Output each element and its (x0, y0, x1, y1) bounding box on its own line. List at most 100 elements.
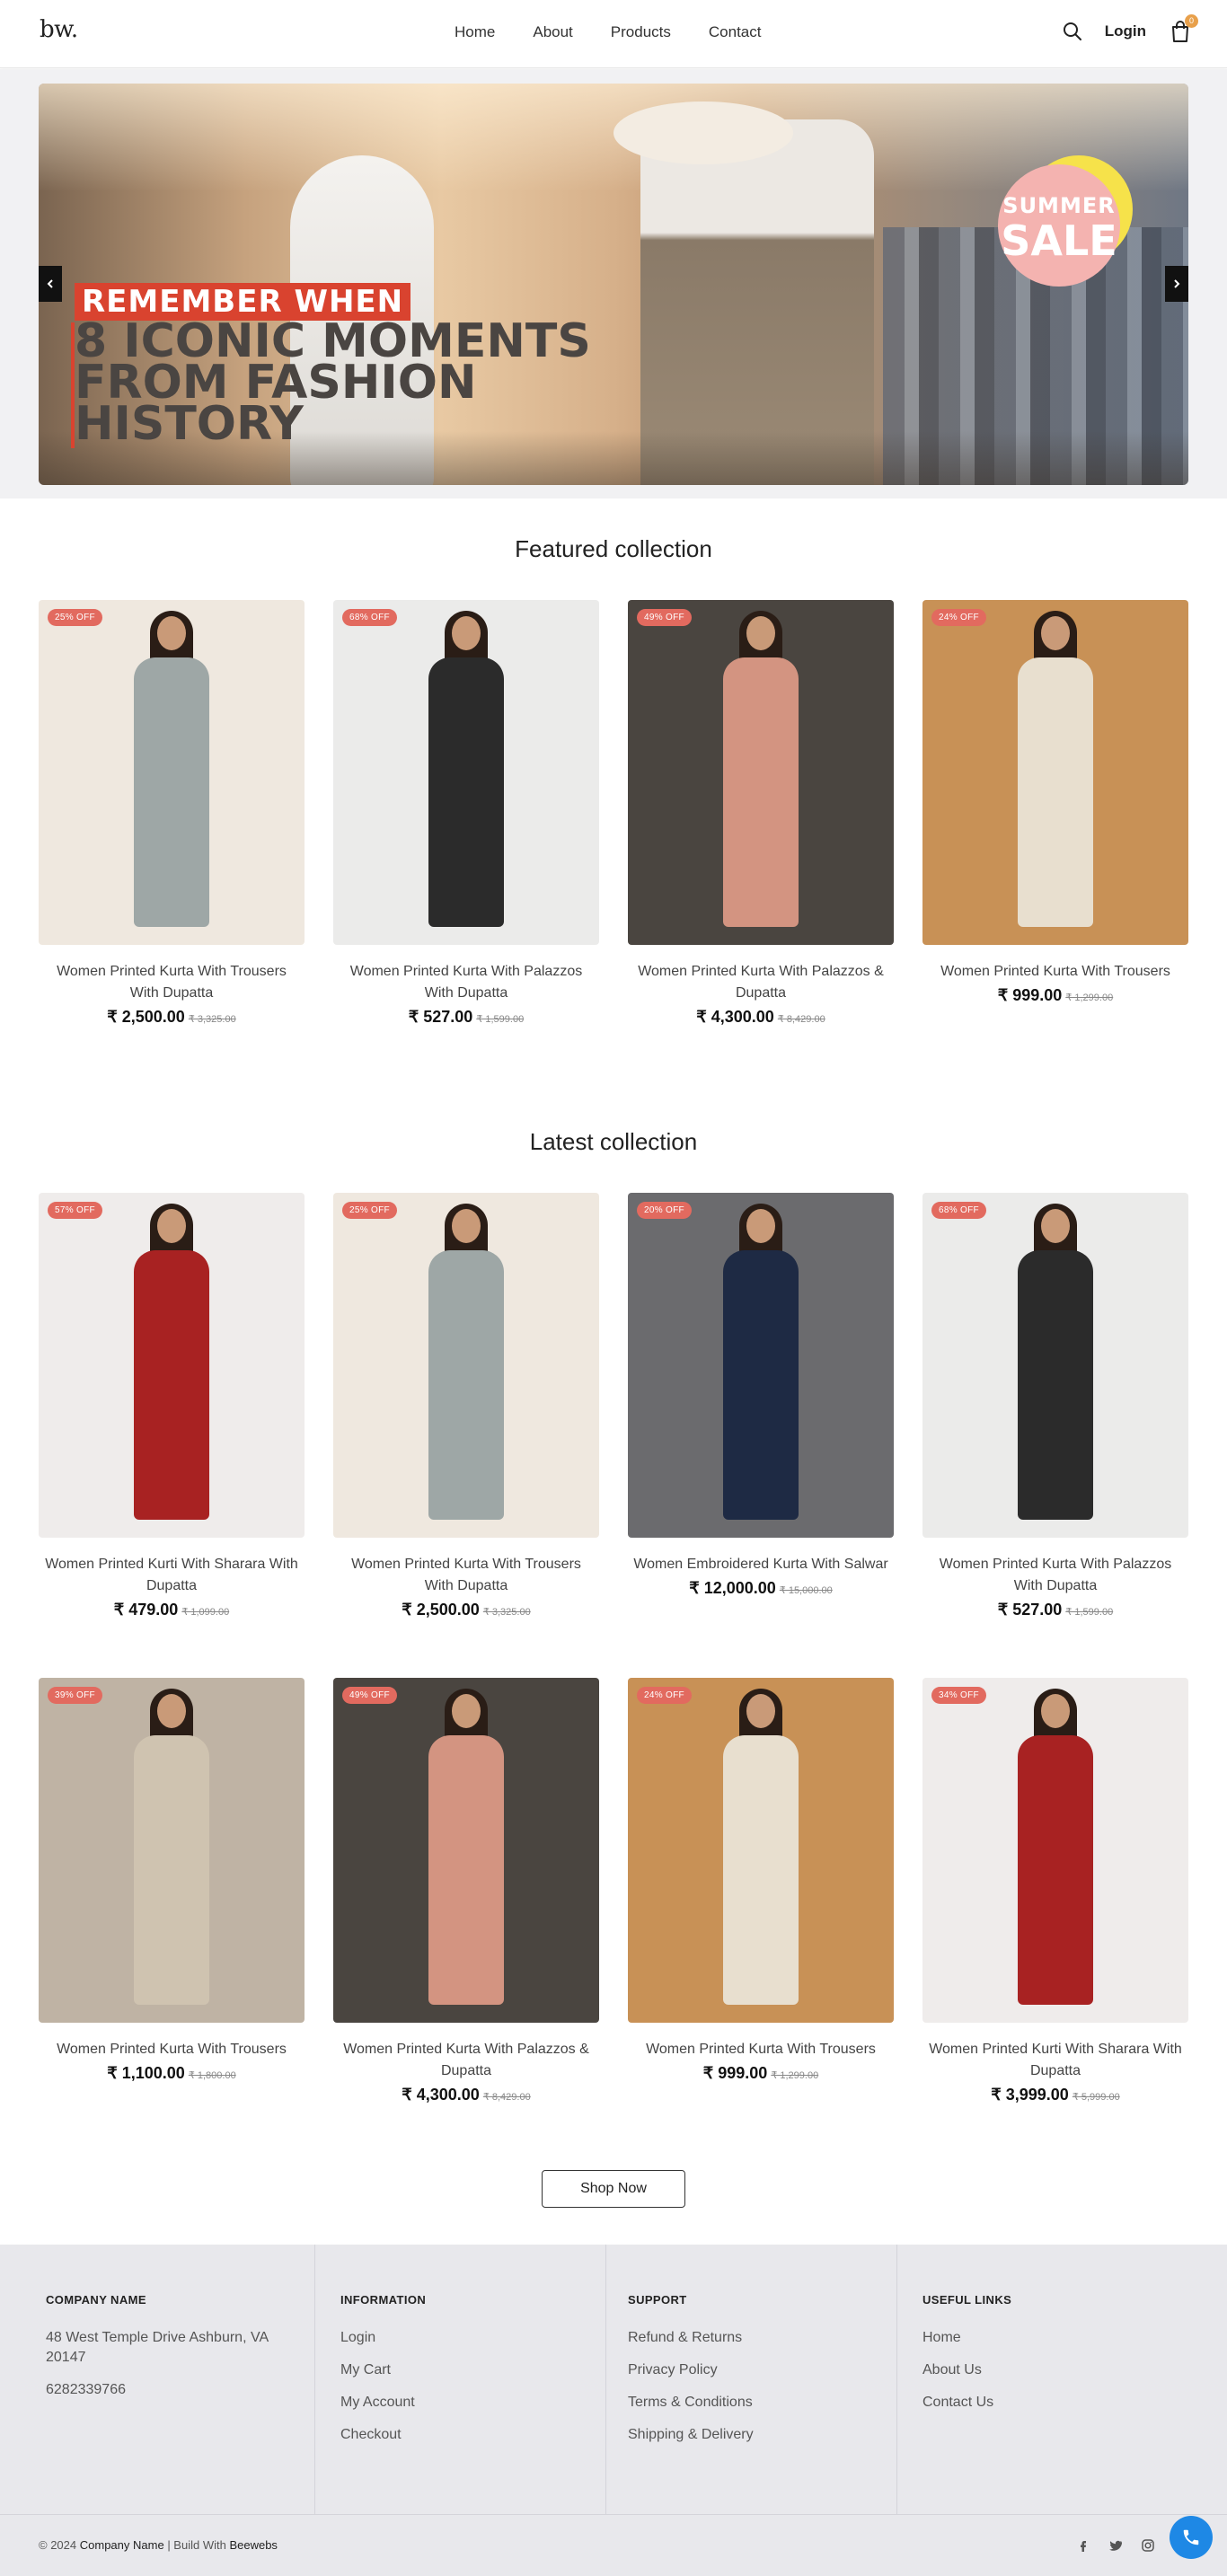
product-image[interactable]: 49% OFF (333, 1678, 599, 2023)
footer-useful-links-title: USEFUL LINKS (922, 2293, 1012, 2307)
product-garment (428, 657, 504, 927)
discount-badge: 34% OFF (931, 1687, 986, 1704)
product-original-price: ₹ 3,325.00 (188, 1014, 236, 1025)
product-name[interactable]: Women Printed Kurta With Palazzos With D… (333, 961, 599, 1004)
product-image[interactable]: 49% OFF (628, 600, 894, 945)
product-price: ₹ 1,100.00 (107, 2064, 185, 2082)
product-card[interactable]: 57% OFF Women Printed Kurti With Sharara … (39, 1193, 305, 1619)
footer-link-shipping[interactable]: Shipping & Delivery (628, 2425, 879, 2445)
product-name[interactable]: Women Printed Kurta With Trousers With D… (333, 1554, 599, 1597)
product-name[interactable]: Women Printed Kurta With Palazzos & Dupa… (628, 961, 894, 1004)
twitter-icon[interactable] (1108, 2538, 1123, 2553)
discount-badge: 25% OFF (48, 609, 102, 626)
login-link[interactable]: Login (1105, 22, 1146, 40)
product-card[interactable]: 24% OFF Women Printed Kurta With Trousers… (922, 600, 1188, 1005)
footer-link-contact-us[interactable]: Contact Us (922, 2393, 1174, 2413)
search-icon[interactable] (1062, 21, 1083, 42)
carousel-prev-button[interactable] (39, 266, 62, 302)
product-garment (134, 657, 209, 927)
product-original-price: ₹ 1,599.00 (1065, 1607, 1114, 1618)
product-card[interactable]: 24% OFF Women Printed Kurta With Trousers… (628, 1678, 894, 2083)
product-price-row: ₹ 2,500.00 ₹ 3,325.00 (39, 1008, 305, 1027)
product-image[interactable]: 20% OFF (628, 1193, 894, 1538)
product-price: ₹ 4,300.00 (696, 1008, 774, 1026)
product-price: ₹ 999.00 (997, 986, 1063, 1004)
product-original-price: ₹ 1,099.00 (181, 1607, 230, 1618)
sale-badge-line-1: SUMMER (1002, 193, 1116, 218)
discount-badge: 49% OFF (637, 609, 692, 626)
call-button[interactable] (1170, 2516, 1213, 2559)
footer-link-terms[interactable]: Terms & Conditions (628, 2393, 879, 2413)
product-price-row: ₹ 2,500.00 ₹ 3,325.00 (333, 1601, 599, 1619)
product-name[interactable]: Women Printed Kurta With Palazzos & Dupa… (333, 2039, 599, 2082)
footer-link-privacy[interactable]: Privacy Policy (628, 2360, 879, 2380)
product-card[interactable]: 25% OFF Women Printed Kurta With Trousers… (333, 1193, 599, 1619)
product-price-row: ₹ 4,300.00 ₹ 8,429.00 (333, 2086, 599, 2104)
product-image[interactable]: 68% OFF (922, 1193, 1188, 1538)
product-original-price: ₹ 8,429.00 (482, 2092, 531, 2103)
product-image[interactable]: 57% OFF (39, 1193, 305, 1538)
main-nav: Home About Products Contact (455, 23, 799, 41)
product-image[interactable]: 25% OFF (39, 600, 305, 945)
product-card[interactable]: 49% OFF Women Printed Kurta With Palazzos… (333, 1678, 599, 2104)
footer-link-checkout[interactable]: Checkout (340, 2425, 592, 2445)
product-image[interactable]: 24% OFF (922, 600, 1188, 945)
product-name[interactable]: Women Printed Kurta With Trousers (922, 961, 1188, 983)
discount-badge: 24% OFF (931, 609, 986, 626)
footer-link-about-us[interactable]: About Us (922, 2360, 1174, 2380)
instagram-icon[interactable] (1141, 2538, 1155, 2553)
product-price: ₹ 479.00 (113, 1601, 179, 1619)
product-image[interactable]: 25% OFF (333, 1193, 599, 1538)
product-price: ₹ 2,500.00 (402, 1601, 480, 1619)
product-name[interactable]: Women Printed Kurta With Trousers (628, 2039, 894, 2060)
product-card[interactable]: 25% OFF Women Printed Kurta With Trousers… (39, 600, 305, 1027)
site-header: bw. Home About Products Contact Login 0 (0, 0, 1227, 68)
footer-link-my-account[interactable]: My Account (340, 2393, 592, 2413)
featured-collection-title: Featured collection (515, 535, 712, 562)
carousel-next-button[interactable] (1165, 266, 1188, 302)
product-image[interactable]: 34% OFF (922, 1678, 1188, 2023)
footer-link-refund[interactable]: Refund & Returns (628, 2328, 879, 2348)
nav-about[interactable]: About (533, 23, 572, 41)
discount-badge: 24% OFF (637, 1687, 692, 1704)
copyright-company-link[interactable]: Company Name (80, 2538, 164, 2552)
product-card[interactable]: 34% OFF Women Printed Kurti With Sharara … (922, 1678, 1188, 2104)
nav-home[interactable]: Home (455, 23, 495, 41)
footer-link-login[interactable]: Login (340, 2328, 592, 2348)
product-card[interactable]: 68% OFF Women Printed Kurta With Palazzos… (922, 1193, 1188, 1619)
cart-button[interactable]: 0 (1170, 14, 1198, 43)
product-card[interactable]: 49% OFF Women Printed Kurta With Palazzos… (628, 600, 894, 1027)
footer-link-my-cart[interactable]: My Cart (340, 2360, 592, 2380)
product-name[interactable]: Women Printed Kurta With Trousers (39, 2039, 305, 2060)
product-image[interactable]: 39% OFF (39, 1678, 305, 2023)
builder-link[interactable]: Beewebs (229, 2538, 277, 2552)
facebook-icon[interactable] (1076, 2538, 1090, 2553)
footer-useful-links-column: USEFUL LINKS Home About Us Contact Us (922, 2245, 1174, 2514)
product-card[interactable]: 20% OFF Women Embroidered Kurta With Salw… (628, 1193, 894, 1598)
product-name[interactable]: Women Printed Kurti With Sharara With Du… (39, 1554, 305, 1597)
product-name[interactable]: Women Printed Kurta With Palazzos With D… (922, 1554, 1188, 1597)
product-name[interactable]: Women Embroidered Kurta With Salwar (628, 1554, 894, 1575)
product-card[interactable]: 68% OFF Women Printed Kurta With Palazzos… (333, 600, 599, 1027)
model-figure (716, 1689, 806, 2023)
nav-contact[interactable]: Contact (709, 23, 762, 41)
discount-badge: 68% OFF (342, 609, 397, 626)
discount-badge: 20% OFF (637, 1202, 692, 1219)
product-price-row: ₹ 527.00 ₹ 1,599.00 (922, 1601, 1188, 1619)
product-original-price: ₹ 1,299.00 (771, 2070, 819, 2081)
footer-link-home[interactable]: Home (922, 2328, 1174, 2348)
product-price-row: ₹ 4,300.00 ₹ 8,429.00 (628, 1008, 894, 1027)
product-garment (723, 657, 799, 927)
nav-products[interactable]: Products (611, 23, 671, 41)
product-name[interactable]: Women Printed Kurta With Trousers With D… (39, 961, 305, 1004)
site-logo[interactable]: bw. (40, 16, 78, 43)
product-image[interactable]: 24% OFF (628, 1678, 894, 2023)
shop-now-button[interactable]: Shop Now (542, 2170, 685, 2208)
chevron-left-icon (47, 279, 53, 288)
product-card[interactable]: 39% OFF Women Printed Kurta With Trousers… (39, 1678, 305, 2083)
product-image[interactable]: 68% OFF (333, 600, 599, 945)
footer-information-column: INFORMATION Login My Cart My Account Che… (340, 2245, 592, 2514)
footer-address: 48 West Temple Drive Ashburn, VA 20147 (46, 2330, 269, 2365)
product-name[interactable]: Women Printed Kurti With Sharara With Du… (922, 2039, 1188, 2082)
footer-company-title: COMPANY NAME (46, 2293, 146, 2307)
